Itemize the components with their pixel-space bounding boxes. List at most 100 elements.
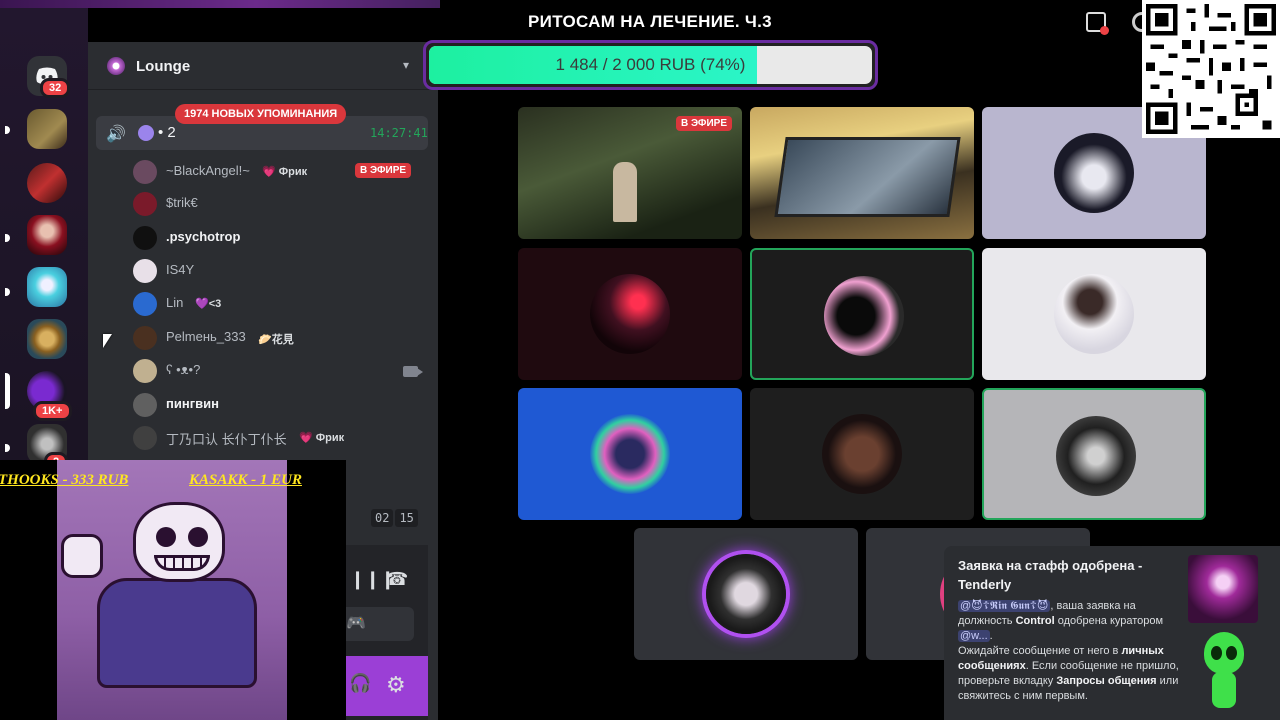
sans-eye: [156, 527, 176, 547]
voice-member[interactable]: Lin 💜<3: [133, 290, 423, 318]
goal-label: 1 484 / 2 000 RUB (74%): [555, 55, 746, 74]
donation-overlay: THOOKS - 333 RUB KASAKK - 1 EUR: [0, 460, 346, 720]
speaker-icon: 🔊: [106, 126, 126, 143]
game-character: [613, 162, 637, 222]
alien-head: [1204, 632, 1244, 674]
stream-tile-game[interactable]: В ЭФИРЕ: [518, 107, 742, 239]
voice-member[interactable]: пингвин: [133, 391, 423, 419]
gear-icon[interactable]: ⚙: [386, 672, 406, 698]
alien-icon: [1202, 632, 1246, 712]
user-tile[interactable]: [518, 388, 742, 520]
server-red[interactable]: [27, 163, 67, 203]
toast-text: .: [989, 630, 993, 642]
toast-text: одобрена куратором: [1054, 615, 1164, 627]
timer-seconds: 15: [395, 509, 418, 527]
avatar: [1054, 274, 1134, 354]
member-name: ʕ •ᴥ•?: [166, 362, 201, 377]
member-name: IS4Y: [166, 262, 195, 277]
avatar: [822, 414, 902, 494]
member-name: .psychotrop: [166, 229, 241, 244]
server-tank[interactable]: [27, 109, 67, 149]
avatar: [133, 292, 157, 316]
member-tag: 💜<3: [195, 298, 222, 310]
sans-thumb: [61, 534, 103, 578]
server-pip: [5, 234, 10, 242]
avatar: [133, 393, 157, 417]
voice-count: • 2: [158, 124, 176, 141]
sans-grin: [154, 555, 210, 571]
channel-emoji: [138, 125, 154, 141]
voice-member[interactable]: Pelmeнь_333 🥟花見: [133, 324, 423, 352]
headphones-icon[interactable]: 🎧: [349, 673, 371, 694]
voice-member[interactable]: .psychotrop: [133, 224, 423, 252]
avatar: [706, 554, 786, 634]
voice-member[interactable]: ʕ •ᴥ•?: [133, 357, 423, 385]
home-badge: 32: [40, 78, 71, 98]
user-tile[interactable]: [518, 248, 742, 380]
stream-tile-laptop[interactable]: [750, 107, 974, 239]
avatar: [133, 192, 157, 216]
member-name: Pelmeнь_333: [166, 329, 246, 344]
toast-text: Ожидайте сообщение от него в: [958, 645, 1122, 657]
stream-title: РИТОСАМ НА ЛЕЧЕНИЕ. Ч.3: [528, 12, 772, 31]
server-pip: [5, 126, 10, 134]
sans-eye: [188, 527, 208, 547]
voice-member[interactable]: $trik€: [133, 190, 423, 218]
avatar: [1054, 133, 1134, 213]
donation-left: THOOKS - 333 RUB: [0, 472, 129, 488]
avatar: [133, 226, 157, 250]
role-name: Control: [1015, 615, 1055, 627]
live-badge: В ЭФИРЕ: [355, 163, 412, 178]
user-tile[interactable]: [750, 388, 974, 520]
member-name: Lin: [166, 295, 184, 310]
voice-timer: 14:27:41: [370, 126, 428, 140]
hangup-icon[interactable]: ☎: [386, 569, 408, 590]
activity-button[interactable]: 🎮: [346, 607, 414, 641]
member-tag: 💗 Фрик: [299, 432, 345, 444]
user-mention[interactable]: @😈☦𝕽𝖎𝖓 𝕲𝖚𝖓☦😈: [958, 600, 1051, 612]
server-header[interactable]: Lounge ▾: [88, 42, 438, 90]
mentions-pill[interactable]: 1974 НОВЫХ УПОМИНАНИЯ: [175, 104, 347, 124]
user-tile-speaking[interactable]: [982, 388, 1206, 520]
toast-body: @😈☦𝕽𝖎𝖓 𝕲𝖚𝖓☦😈, ваша заявка на должность C…: [958, 599, 1180, 704]
qr-code: [1142, 0, 1280, 138]
avatar: [133, 326, 157, 350]
member-name: пингвин: [166, 396, 219, 411]
chevron-down-icon[interactable]: ▾: [403, 58, 409, 72]
sans-illustration: [57, 460, 287, 720]
member-tag: 🥟花見: [258, 334, 294, 346]
sans-skull: [133, 502, 225, 582]
stream-scene: 32 1K+ 2 Lounge ▾ 🔊 • 2 14:27:41 1974 НО…: [0, 0, 1280, 720]
server-anime-blue[interactable]: [27, 267, 67, 307]
server-name: Lounge: [136, 58, 191, 75]
donation-right: KASAKK - 1 EUR: [189, 472, 302, 488]
user-tile[interactable]: [982, 248, 1206, 380]
user-tile-speaking[interactable]: [750, 248, 974, 380]
server-pip: [5, 288, 10, 296]
member-tag: 💗 Фрик: [262, 166, 308, 178]
member-name: $trik€: [166, 195, 198, 210]
sans-jacket: [97, 578, 257, 688]
server-league[interactable]: [27, 319, 67, 359]
user-panel: 🎧 ⚙: [346, 656, 428, 716]
avatar: [590, 274, 670, 354]
avatar: [133, 359, 157, 383]
voice-member[interactable]: 丁乃口认 长仆丁仆长 💗 Фрик: [133, 424, 423, 452]
timer-minutes: 02: [371, 509, 394, 527]
gamepad-icon: 🎮: [346, 615, 366, 632]
server-anime-red[interactable]: [27, 215, 67, 255]
voice-member[interactable]: IS4Y: [133, 257, 423, 285]
camera-icon: [403, 366, 423, 377]
avatar: [133, 160, 157, 184]
curator-mention[interactable]: @w...: [958, 630, 990, 642]
toast-title: Заявка на стафф одобрена - Tenderly: [958, 558, 1143, 592]
timer: 02 15: [369, 509, 418, 527]
donation-goal: 1 484 / 2 000 RUB (74%): [423, 40, 878, 90]
avatar: [590, 414, 670, 494]
mouse-cursor: [103, 334, 112, 348]
server-icon: [107, 57, 125, 75]
user-tile[interactable]: [634, 528, 858, 660]
popout-icon[interactable]: [1086, 12, 1109, 35]
staff-approval-toast[interactable]: Заявка на стафф одобрена - Tenderly @😈☦𝕽…: [944, 546, 1280, 720]
avatar: [133, 426, 157, 450]
